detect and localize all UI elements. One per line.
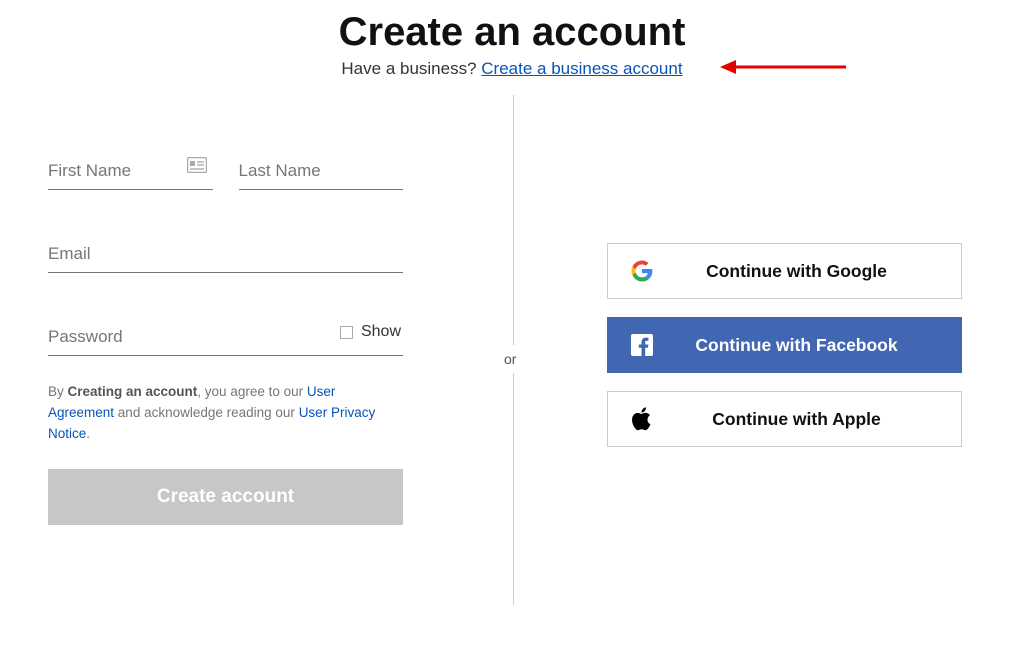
last-name-input[interactable]	[239, 155, 404, 189]
last-name-wrapper	[239, 155, 404, 190]
page-title: Create an account	[0, 10, 1024, 55]
legal-pre: By	[48, 384, 68, 399]
id-card-icon	[187, 157, 207, 178]
show-password-label[interactable]: Show	[361, 323, 401, 341]
google-signin-button[interactable]: Continue with Google	[607, 243, 962, 299]
google-icon	[630, 259, 654, 283]
facebook-signin-button[interactable]: Continue with Facebook	[607, 317, 962, 373]
subtitle: Have a business? Create a business accou…	[0, 59, 1024, 79]
social-login-group: Continue with Google Continue with Faceb…	[607, 243, 962, 447]
legal-suffix: .	[86, 426, 90, 441]
show-password-checkbox[interactable]	[340, 326, 353, 339]
signup-form: Show By Creating an account, you agree t…	[48, 155, 403, 525]
google-button-label: Continue with Google	[678, 261, 961, 282]
first-name-wrapper	[48, 155, 213, 190]
facebook-button-label: Continue with Facebook	[678, 335, 961, 356]
email-wrapper	[48, 238, 403, 273]
legal-mid1: , you agree to our	[197, 384, 307, 399]
email-input[interactable]	[48, 238, 403, 272]
business-account-link[interactable]: Create a business account	[481, 59, 682, 78]
subtitle-prefix: Have a business?	[341, 59, 481, 78]
or-separator-label: or	[504, 345, 516, 373]
facebook-icon	[630, 333, 654, 357]
apple-signin-button[interactable]: Continue with Apple	[607, 391, 962, 447]
apple-button-label: Continue with Apple	[678, 409, 961, 430]
legal-text: By Creating an account, you agree to our…	[48, 382, 403, 445]
apple-icon	[630, 407, 654, 431]
header: Create an account Have a business? Creat…	[0, 0, 1024, 79]
legal-mid2: and acknowledge reading our	[114, 405, 299, 420]
password-wrapper: Show	[48, 321, 403, 356]
arrow-annotation-icon	[718, 57, 848, 82]
legal-bold: Creating an account	[68, 384, 198, 399]
create-account-button[interactable]: Create account	[48, 469, 403, 525]
